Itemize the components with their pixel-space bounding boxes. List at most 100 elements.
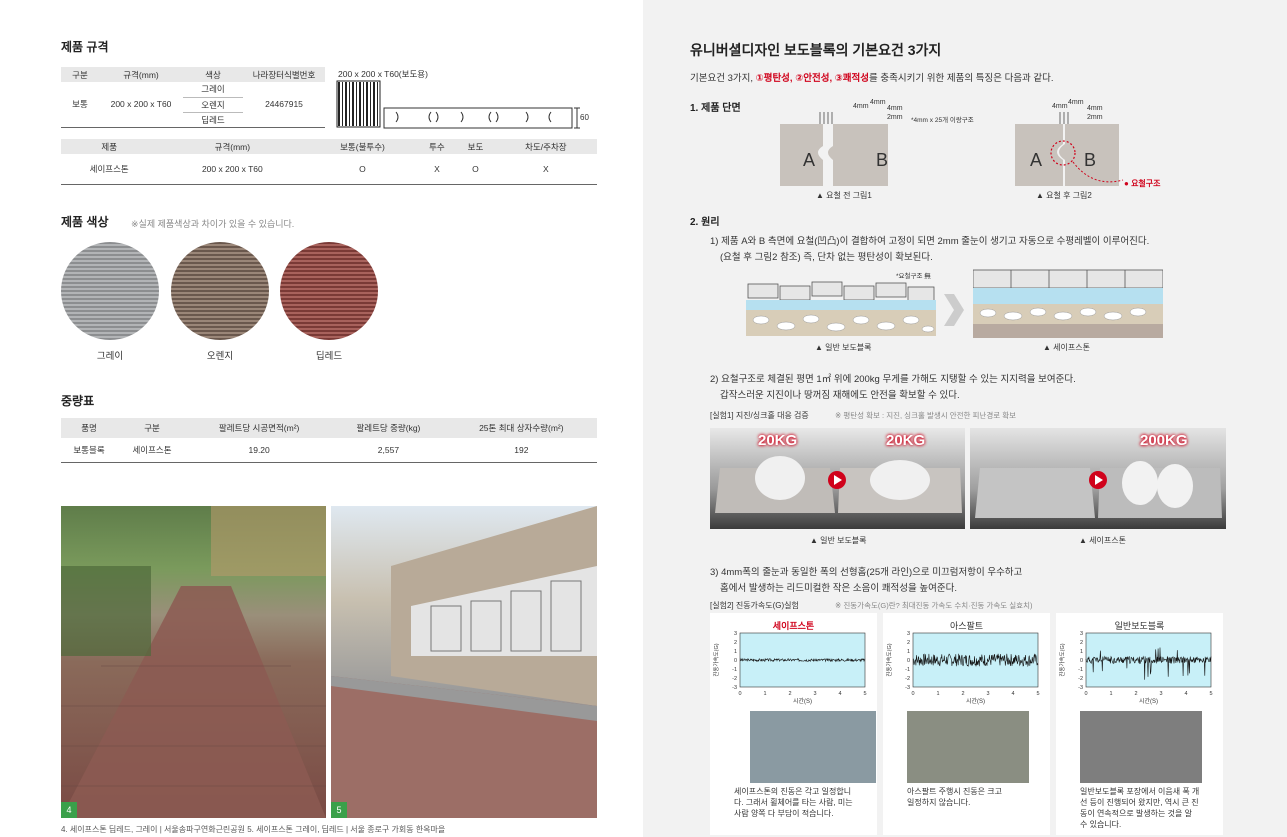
y-tick-label: 3 [734,631,737,637]
x-tick-label: 1 [936,691,939,697]
th-size: 규격(mm) [99,67,183,82]
x-tick-label: 3 [986,691,989,697]
y-tick-label: -3 [1078,685,1083,691]
exp2-note: ※ 진동가속도(G)란? 최대진동 가속도 수치·진동 가속도 실효치) [835,601,1033,610]
fig2-dim-3: 2mm [1087,114,1103,121]
exp-photo-normal: 20KG 20KG [710,428,965,529]
th-weight: 팔레트당 중량(kg) [331,418,446,438]
graph-desc-asphalt: 아스팔트 주행시 진동은 크고 일정하지 않습니다. [907,786,1002,808]
cell-max: 192 [514,444,529,455]
cell-color-gray: 그레이 [183,82,243,98]
weight-label-0: 20KG [758,432,798,449]
swatch-orange [171,242,269,340]
x-tick-label: 1 [763,691,766,697]
fig1-note: *4mm x 25개 이랑구조 [911,117,974,124]
layer-diagram-normal [746,281,936,336]
fig2-dim-2: 4mm [1087,105,1103,112]
swatch-label-deepred: 딥레드 [315,351,343,362]
weight-label-1: 20KG [886,432,926,449]
th-road: 차도/주차장 [494,139,597,154]
photo-number-5: 5 [331,802,347,818]
layer-caption-safestone: ▲ 세이프스톤 [1043,343,1090,352]
exp-caption-safestone: ▲ 세이프스톤 [1079,536,1126,545]
fig1-dim-1: 4mm [870,99,886,106]
spec-table: 구분 규격(mm) 색상 나라장터식별번호 보통 200 x 200 x T60… [61,67,325,128]
cell-name: 보통블록 [73,444,105,455]
cell-color-deepred: 딥레드 [201,114,225,125]
p3-line1: 3) 4mm폭의 줄눈과 동일한 폭의 선형홈(25개 라인)으로 미끄럼저항이… [710,567,1023,578]
right-title: 유니버셜디자인 보도블록의 기본요건 3가지 [690,42,942,58]
section-1: 1. 제품 단면 [690,103,741,114]
x-tick-label: 5 [1209,691,1212,697]
cell-area: 19.20 [248,444,270,455]
p2-line2: 갑작스러운 지진이나 땅꺼짐 재해에도 안전을 확보할 수 있다. [720,390,960,401]
cell-id: 24467915 [265,99,303,110]
th-normal: 보통(불투수) [307,139,418,154]
cell-product: 세이프스톤 [89,163,129,174]
weight-label-2: 200KG [1140,432,1188,449]
graph-card-asphalt: 아스팔트 3 2 1 0 -1 -2 -3 0 1 2 3 4 5 시간(S) 진동가속도(G) 아스팔트 … [883,613,1050,835]
y-tick-label: -2 [1078,676,1083,682]
graph-desc-safestone: 세이프스톤의 진동은 각고 일정합니 다. 그래서 휠체어를 타는 사람, 미는… [734,786,853,819]
desc-2-3: 수 있습니다. [1080,820,1122,829]
fig2-b: B [1084,150,1097,170]
right-page: 유니버셜디자인 보도블록의 기본요건 3가지 기본요건 3가지, ①평탄성, ②… [643,0,1287,837]
cell-permeable: X [434,163,440,174]
cell-size2: 200 x 200 x T60 [201,163,263,174]
intro-pre: 기본요건 3가지, [690,73,756,84]
x-tick-label: 1 [1109,691,1112,697]
desc-0-1: 다. 그래서 휠체어를 타는 사람, 미는 [734,798,853,807]
fig2-dim-0: 4mm [1052,103,1068,110]
swatch-deepred [280,242,378,340]
intro-text: 기본요건 3가지, ①평탄성, ②안전성, ③쾌적성를 충족시키기 위한 제품의… [690,70,1054,84]
th-class: 구분 [117,418,188,438]
graph-photo-safestone [750,711,876,783]
y-tick-label: 1 [1080,649,1083,655]
fig2-dim-1: 4mm [1068,99,1084,106]
graph-photo-asphalt [907,711,1029,783]
fig1-dim-0: 4mm [853,103,869,110]
cell-type: 보통 [72,99,88,110]
p1-line2: (요철 후 그림2 참조) 즉, 단차 없는 평탄성이 확보된다. [720,252,933,263]
left-page: 제품 규격 구분 규격(mm) 색상 나라장터식별번호 보통 200 x 200… [0,0,643,837]
y-axis-label: 진동가속도(G) [712,643,720,676]
drawing-dim: 60 [580,113,589,122]
exp-photo-safestone: 200KG [970,428,1226,529]
drawing-label: 200 x 200 x T60(보도용) [338,69,428,79]
intro-post: 를 충족시키기 위한 제품의 특징은 다음과 같다. [869,73,1054,84]
th-product: 제품 [61,139,158,154]
layer-caption-normal: ▲ 일반 보도블록 [815,343,872,352]
color-heading: 제품 색상 [61,215,109,229]
desc-1-0: 아스팔트 주행시 진동은 크고 [907,787,1002,796]
th-name: 품명 [61,418,118,438]
graph-desc-normal: 일반보도블록 포장에서 이음새 폭 개 선 등이 진행되어 왔지만, 역시 큰 … [1080,786,1199,830]
color-note: ※실제 제품색상과 차이가 있을 수 있습니다. [131,219,295,229]
layer-diagram-safestone [973,269,1163,338]
fig2-a: A [1030,150,1043,170]
x-tick-label: 4 [1184,691,1187,697]
y-tick-label: 3 [1080,631,1083,637]
y-tick-label: -1 [1078,667,1083,673]
x-axis-label: 시간(S) [793,697,812,705]
x-tick-label: 3 [1159,691,1162,697]
x-tick-label: 2 [788,691,791,697]
y-tick-label: 2 [734,640,737,646]
fig1-caption: ▲ 요철 전 그림1 [816,191,872,200]
y-axis-label: 진동가속도(G) [1058,643,1066,676]
th-area: 팔레트당 시공면적(m²) [187,418,332,438]
cell-normal: O [359,163,366,174]
photo-number-4: 4 [61,802,77,818]
usage-table: 제품 규격(mm) 보통(불투수) 투수 보도 차도/주차장 세이프스톤 200… [61,139,597,185]
photo-hanok-street: 5 [331,506,597,818]
x-tick-label: 2 [1134,691,1137,697]
y-tick-label: -2 [732,676,737,682]
cell-sidewalk: O [472,163,479,174]
th-color: 색상 [183,67,243,82]
x-tick-label: 4 [838,691,841,697]
y-tick-label: 0 [734,658,737,664]
graph-card-safestone: 세이프스톤 3 2 1 0 -1 -2 -3 0 1 2 3 4 5 시간(S) 진동가속도(G) 세이프스… [710,613,877,835]
swatch-gray [61,242,159,340]
fig2-label-text: 요철구조 [1131,179,1161,188]
cross-section-figure-1 [780,112,888,186]
x-tick-label: 0 [1084,691,1087,697]
